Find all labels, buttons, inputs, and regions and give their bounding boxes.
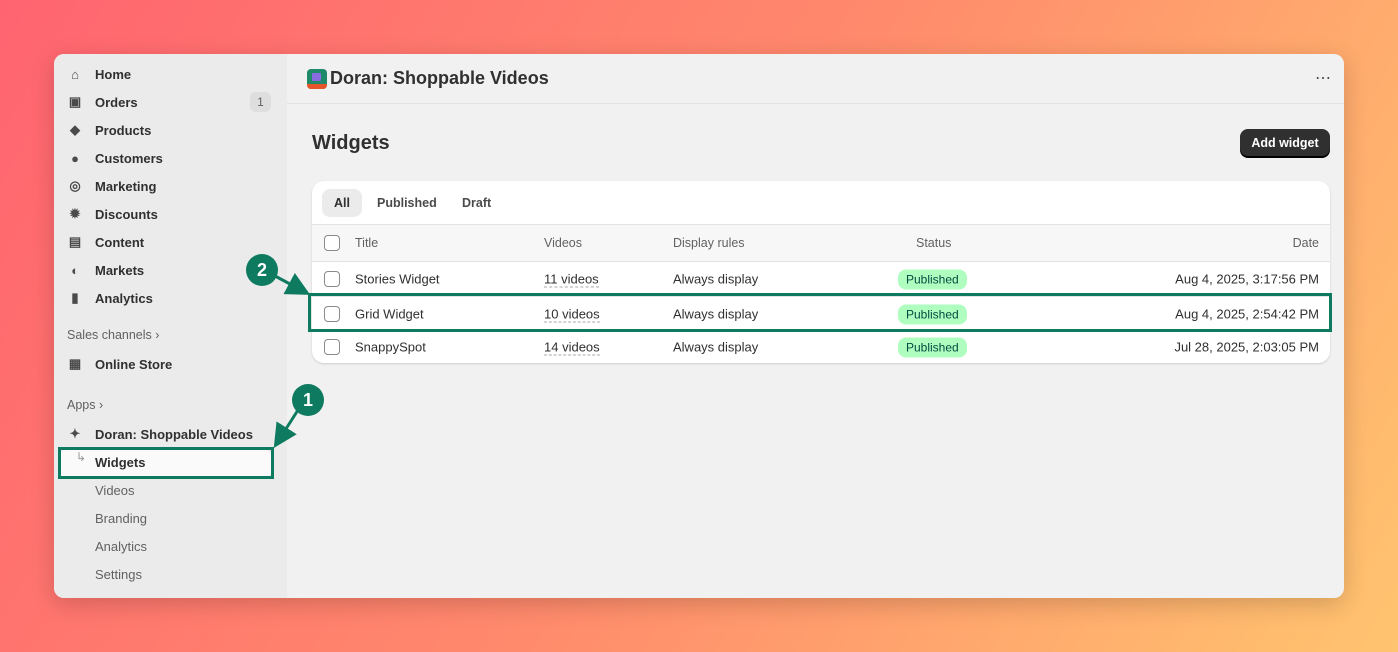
step-1-marker: 1 [292,384,324,416]
step-2-marker: 2 [246,254,278,286]
arrow-1 [273,409,300,449]
arrow-2 [274,272,311,295]
annotation-arrows [273,272,311,449]
